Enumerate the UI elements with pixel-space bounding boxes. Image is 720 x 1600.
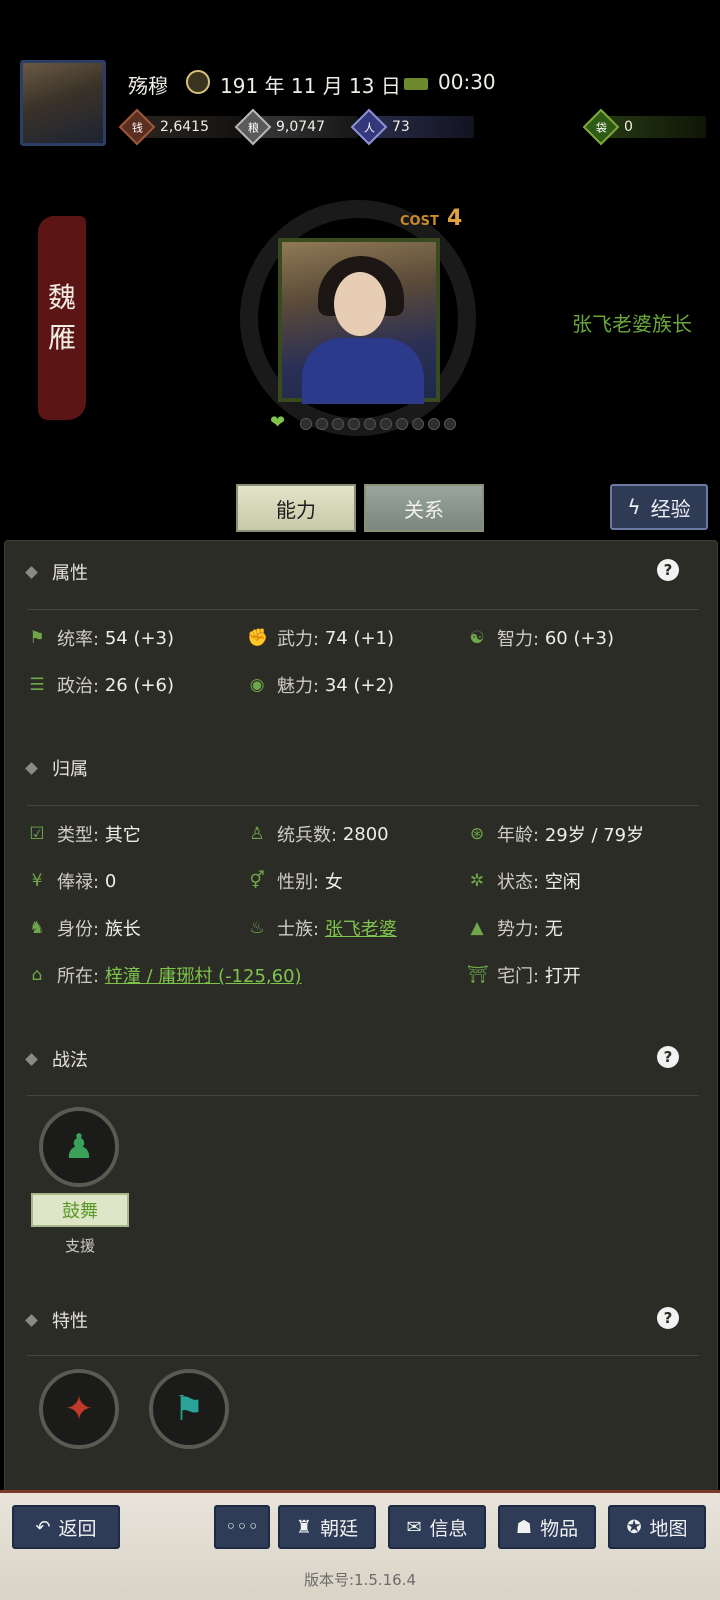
location-link[interactable]: 梓潼 / 庸琊村 (-125,60) [105, 962, 302, 988]
loyalty-dots [300, 418, 456, 430]
tactic-inspire-name[interactable]: 鼓舞 [31, 1193, 129, 1227]
hero-name-banner: 魏 雁 [38, 216, 86, 420]
trait-2-icon[interactable]: ⚑ [149, 1369, 229, 1449]
fist-icon: ✊ [247, 628, 269, 648]
player-avatar[interactable] [20, 60, 106, 146]
trait-1-icon[interactable]: ✦ [39, 1369, 119, 1449]
back-arrow-icon: ↶ [35, 1516, 51, 1538]
stat-charm: ◉ 魅力: 34 (+2) [247, 672, 394, 698]
experience-label: 经验 [650, 496, 691, 521]
lightning-icon: ϟ [627, 495, 641, 519]
resource-copper-value: 2,6415 [160, 119, 209, 135]
info-type: ☑ 类型: 其它 [27, 821, 140, 847]
info-age: ⊛ 年龄: 29岁 / 79岁 [467, 821, 644, 847]
tactics-title: 战法 [52, 1050, 88, 1071]
stat-command: ⚑ 统率: 54 (+3) [27, 625, 174, 651]
location-icon: ⌂ [31, 965, 43, 985]
calendar-icon [186, 70, 210, 94]
version-label: 版本号:1.5.16.4 [303, 1571, 417, 1589]
age-icon: ⊛ [469, 824, 485, 844]
tactics-help-icon[interactable]: ? [657, 1046, 679, 1068]
info-faction: ▲ 势力: 无 [467, 915, 562, 941]
traits-title: 特性 [52, 1311, 88, 1332]
horse-icon [404, 78, 428, 90]
loyalty-heart-icon: ❤ [270, 412, 286, 433]
stat-intellect: ☯ 智力: 60 (+3) [467, 625, 614, 651]
belonging-title: 归属 [52, 759, 88, 780]
resource-grain[interactable]: 粮 9,0747 [234, 108, 358, 146]
hero-name-char-2: 雁 [47, 321, 76, 354]
identity-icon: ♞ [29, 918, 45, 938]
gate-icon: ⛩ [467, 965, 489, 985]
resource-grain-value: 9,0747 [276, 119, 325, 135]
info-troops: ♙ 统兵数: 2800 [247, 821, 388, 847]
belonging-header: 归属 [25, 755, 88, 781]
player-name: 殇穆 [128, 74, 168, 98]
info-clan: ♨ 士族: 张飞老婆 [247, 915, 397, 941]
game-date: 191 年 11 月 13 日 [220, 74, 401, 98]
status-icon: ✲ [469, 871, 485, 891]
map-icon: ✪ [626, 1516, 642, 1538]
coin-icon: ¥ [31, 871, 43, 891]
info-location: ⌂ 所在: 梓潼 / 庸琊村 (-125,60) [27, 962, 302, 988]
items-icon: ☗ [515, 1516, 533, 1538]
tactics-header: 战法 [25, 1046, 88, 1072]
traits-help-icon[interactable]: ? [657, 1307, 679, 1329]
cost-label: COST [400, 214, 439, 229]
attributes-header: 属性 [25, 559, 88, 585]
scroll-icon: ☰ [29, 675, 45, 695]
palace-icon: ♜ [295, 1516, 313, 1538]
info-gender: ⚥ 性别: 女 [247, 868, 343, 894]
population-icon: 人 [350, 108, 388, 146]
info-status: ✲ 状态: 空闲 [467, 868, 581, 894]
stat-politics: ☰ 政治: 26 (+6) [27, 672, 174, 698]
cost-value: 4 [447, 206, 463, 231]
experience-button[interactable]: ϟ 经验 [610, 484, 708, 530]
tactic-inspire-type: 支援 [65, 1237, 96, 1255]
chat-icon: ✉ [406, 1516, 422, 1538]
flag-icon: ⚑ [29, 628, 45, 648]
court-button[interactable]: ♜ 朝廷 [278, 1505, 376, 1549]
info-button[interactable]: ✉ 信息 [388, 1505, 486, 1549]
info-gate: ⛩ 宅门: 打开 [467, 965, 581, 987]
gender-icon: ⚥ [249, 871, 265, 891]
detail-panel[interactable]: 属性 ? ⚑ 统率: 54 (+3) ✊ 武力: 74 (+1) ☯ 智力: 60 (… [4, 540, 718, 1500]
tab-ability[interactable]: 能力 [236, 484, 356, 532]
info-identity: ♞ 身份: 族长 [27, 915, 140, 941]
mountain-icon: ▲ [470, 918, 484, 938]
attributes-title: 属性 [52, 563, 88, 584]
resource-population[interactable]: 人 73 [350, 108, 474, 146]
brain-icon: ☯ [469, 628, 485, 648]
game-time: 00:30 [438, 70, 496, 94]
clan-icon: ♨ [249, 918, 265, 938]
hero-clan-title: 张飞老婆族长 [572, 312, 692, 336]
more-button[interactable]: ◦◦◦ [214, 1505, 270, 1549]
attributes-help-icon[interactable]: ? [657, 559, 679, 581]
resource-bag-value: 0 [624, 119, 633, 135]
stat-force: ✊ 武力: 74 (+1) [247, 627, 395, 651]
coin-icon: 钱 [118, 108, 156, 146]
clan-link[interactable]: 张飞老婆 [325, 915, 397, 941]
traits-header: 特性 [25, 1307, 88, 1333]
resource-copper[interactable]: 钱 2,6415 [118, 108, 242, 146]
bag-icon: 袋 [582, 108, 620, 146]
resource-bag[interactable]: 袋 0 [582, 108, 706, 146]
tab-relation[interactable]: 关系 [364, 484, 484, 532]
map-button[interactable]: ✪ 地图 [608, 1505, 706, 1549]
bottom-bar: ↶ 返回 ◦◦◦ ♜ 朝廷 ✉ 信息 ☗ 物品 ✪ 地图 版本号:1.5.16.4 [0, 1490, 720, 1600]
back-button[interactable]: ↶ 返回 [12, 1505, 120, 1549]
info-salary: ¥ 俸禄: 0 [27, 868, 117, 894]
calendar-check-icon: ☑ [29, 824, 45, 844]
resource-population-value: 73 [392, 119, 410, 135]
hero-portrait[interactable] [278, 238, 440, 404]
soldier-icon: ♙ [249, 824, 265, 844]
items-button[interactable]: ☗ 物品 [498, 1505, 596, 1549]
eye-icon: ◉ [249, 675, 265, 695]
tactic-inspire-icon[interactable]: ♟ [39, 1107, 119, 1187]
hero-name-char-1: 魏 [47, 281, 76, 314]
grain-icon: 粮 [234, 108, 272, 146]
